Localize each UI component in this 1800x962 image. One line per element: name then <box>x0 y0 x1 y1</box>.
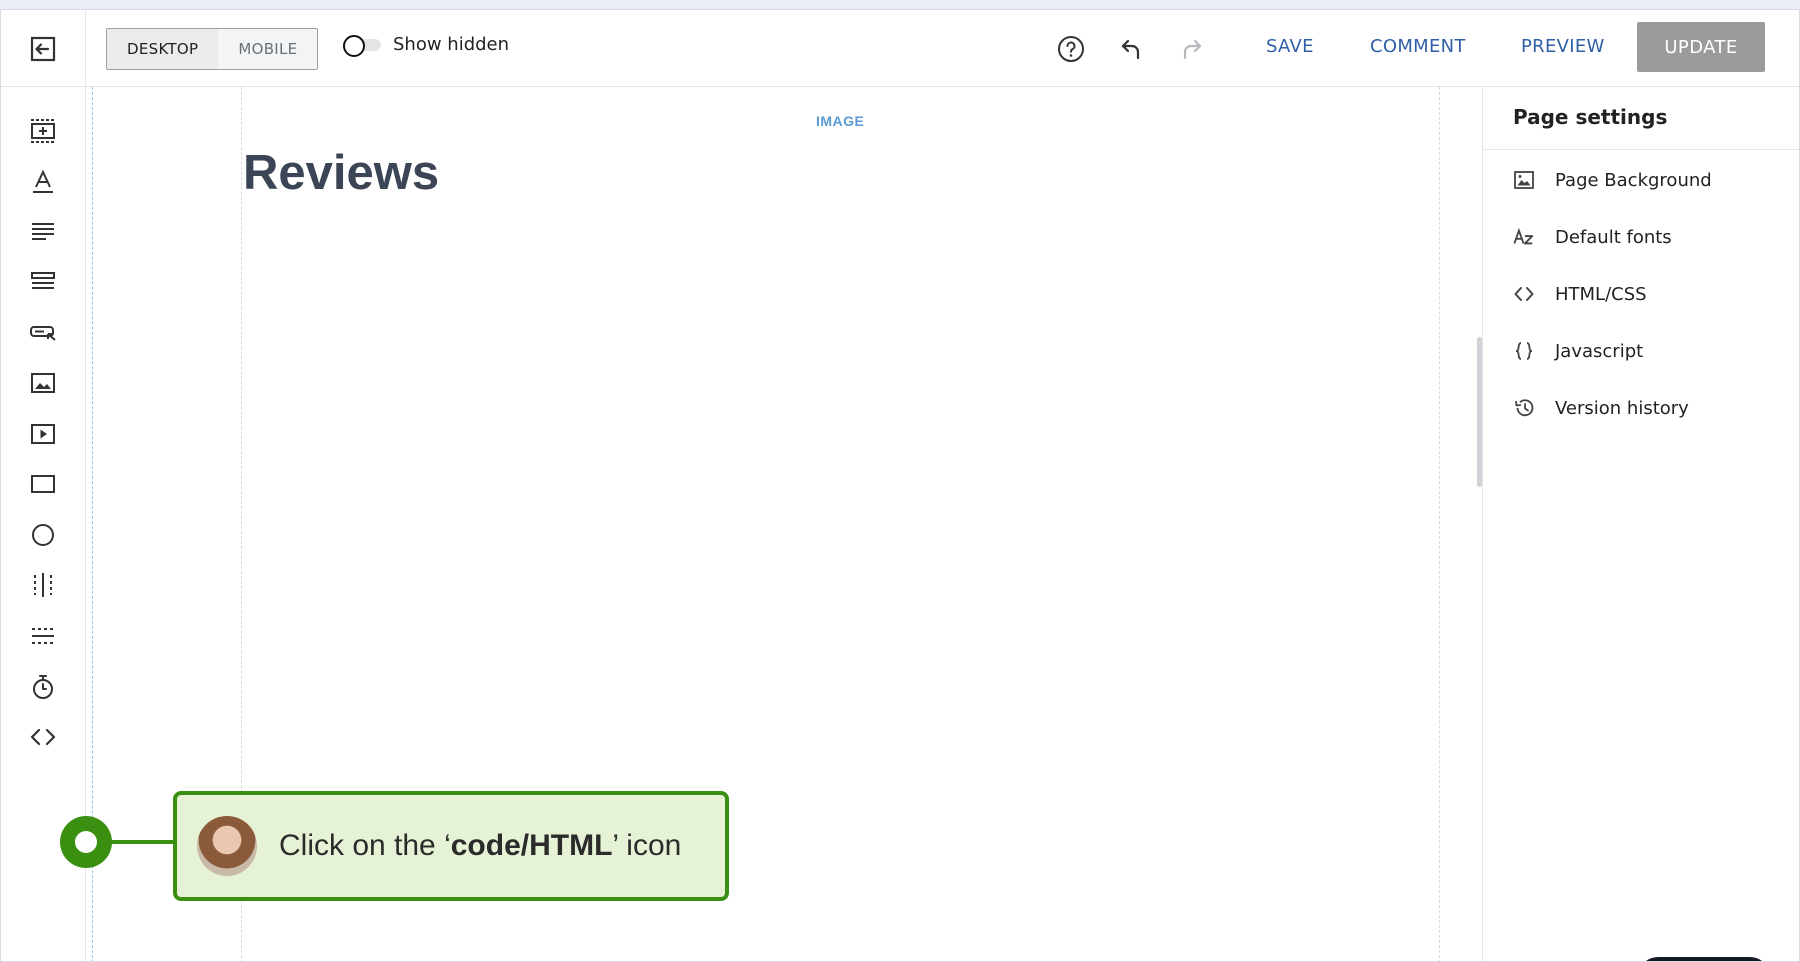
callout-bold: code/HTML <box>450 829 613 862</box>
tutorial-callout: Click on the ‘code/HTML’ icon <box>173 791 729 901</box>
setting-label: Default fonts <box>1555 226 1672 248</box>
panel-divider <box>1483 149 1799 150</box>
setting-javascript[interactable]: Javascript <box>1513 340 1643 362</box>
callout-text: Click on the ‘code/HTML’ icon <box>279 829 681 863</box>
show-hidden-toggle[interactable]: Show hidden <box>343 34 510 57</box>
help-button[interactable] <box>1054 32 1088 66</box>
image-element-label[interactable]: IMAGE <box>816 113 864 129</box>
desktop-view-button[interactable]: DESKTOP <box>107 29 219 69</box>
top-toolbar: DESKTOP MOBILE Show hidden SAVE COMMENT … <box>1 10 1799 87</box>
editor-window: DESKTOP MOBILE Show hidden SAVE COMMENT … <box>0 9 1800 962</box>
setting-label: Page Background <box>1555 169 1712 191</box>
preview-button[interactable]: PREVIEW <box>1521 36 1605 57</box>
list-tool[interactable] <box>23 262 63 302</box>
button-tool[interactable] <box>23 313 63 353</box>
undo-icon <box>1121 39 1140 60</box>
chat-widget-button[interactable] <box>1638 957 1770 961</box>
column-divider-icon <box>34 573 52 597</box>
rectangle-tool[interactable] <box>23 464 63 504</box>
callout-hotspot <box>60 816 112 868</box>
toggle-knob <box>343 34 365 57</box>
setting-page-background[interactable]: Page Background <box>1513 169 1712 191</box>
code-icon <box>30 728 56 746</box>
setting-html-css[interactable]: HTML/CSS <box>1513 283 1647 305</box>
content-right-guide <box>1439 87 1440 961</box>
exit-editor-icon <box>30 36 56 61</box>
toggle-switch[interactable] <box>343 34 383 57</box>
font-az-icon <box>1513 226 1535 248</box>
show-hidden-label: Show hidden <box>393 34 510 55</box>
setting-label: Version history <box>1555 397 1689 419</box>
circle-icon <box>32 524 54 546</box>
button-icon <box>30 326 56 341</box>
exit-editor-button[interactable] <box>1 10 86 87</box>
braces-icon <box>1513 340 1535 362</box>
paragraph-icon <box>32 223 54 240</box>
history-icon <box>1513 397 1535 419</box>
avatar <box>197 816 257 876</box>
setting-label: HTML/CSS <box>1555 283 1647 305</box>
video-icon <box>31 424 55 444</box>
add-section-tool[interactable] <box>23 111 63 151</box>
column-divider-tool[interactable] <box>23 565 63 605</box>
rectangle-icon <box>31 475 55 493</box>
reviews-heading[interactable]: Reviews <box>243 145 439 201</box>
device-toggle: DESKTOP MOBILE <box>106 28 319 70</box>
image-tool[interactable] <box>23 363 63 403</box>
mobile-view-button[interactable]: MOBILE <box>218 29 318 69</box>
callout-prefix: Click on the ‘ <box>279 829 451 862</box>
paragraph-tool[interactable] <box>23 212 63 252</box>
comment-button[interactable]: COMMENT <box>1370 36 1466 57</box>
code-icon <box>1513 283 1535 305</box>
panel-title: Page settings <box>1513 105 1668 129</box>
horizontal-divider-tool[interactable] <box>23 616 63 656</box>
horizontal-divider-icon <box>32 628 54 644</box>
redo-button[interactable] <box>1174 32 1208 66</box>
image-icon <box>31 373 55 393</box>
callout-connector <box>109 840 175 844</box>
setting-label: Javascript <box>1555 340 1644 362</box>
image-icon <box>1513 169 1535 191</box>
page-settings-panel: Page settings Page Background Default fo… <box>1482 87 1799 961</box>
circle-tool[interactable] <box>23 515 63 555</box>
heading-tool[interactable] <box>23 162 63 202</box>
list-rows-icon <box>31 272 55 289</box>
heading-text-icon <box>33 169 53 193</box>
code-html-tool[interactable] <box>23 717 63 757</box>
update-button[interactable]: UPDATE <box>1637 22 1765 72</box>
setting-version-history[interactable]: Version history <box>1513 397 1689 419</box>
help-icon <box>1058 36 1084 62</box>
undo-button[interactable] <box>1115 32 1149 66</box>
add-section-icon <box>31 119 55 143</box>
redo-icon <box>1183 39 1202 60</box>
setting-default-fonts[interactable]: Default fonts <box>1513 226 1672 248</box>
timer-tool[interactable] <box>23 667 63 707</box>
callout-suffix: ’ icon <box>612 829 682 862</box>
video-tool[interactable] <box>23 414 63 454</box>
timer-icon <box>33 675 53 699</box>
save-button[interactable]: SAVE <box>1266 36 1314 57</box>
